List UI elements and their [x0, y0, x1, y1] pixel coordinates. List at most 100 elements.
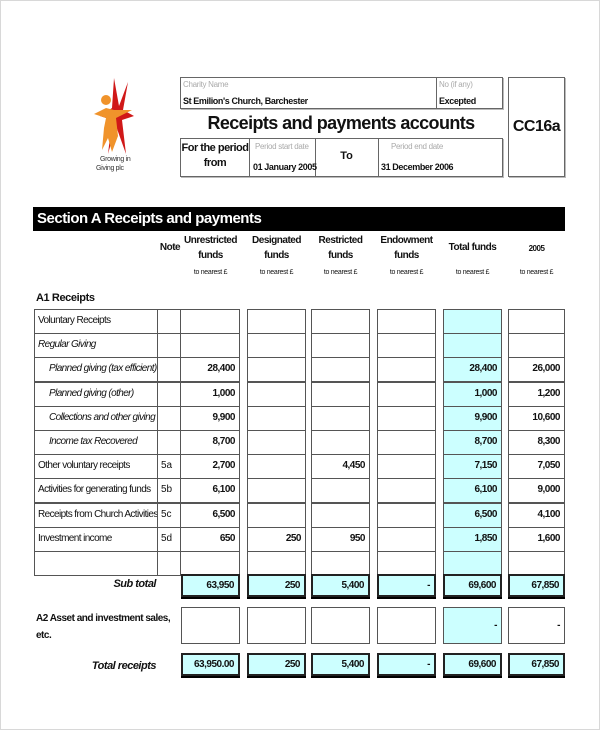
cell-unrestricted[interactable]: 9,900: [180, 406, 240, 431]
cell-prior-year[interactable]: 1,200: [508, 382, 565, 407]
a2-designated[interactable]: [247, 607, 306, 644]
column-header-subtitle: funds: [198, 250, 223, 261]
cell-unrestricted[interactable]: [180, 309, 240, 334]
cell-endowment[interactable]: [377, 454, 436, 479]
column-unit-label: to nearest £: [455, 269, 490, 276]
row-note: [157, 382, 181, 407]
cell-prior-year[interactable]: 4,100: [508, 503, 565, 528]
cell-total[interactable]: [443, 333, 502, 358]
subtotal-unrestricted[interactable]: 63,950: [181, 574, 240, 597]
cell-unrestricted[interactable]: 650: [180, 527, 240, 552]
cell-endowment[interactable]: [377, 551, 436, 576]
cell-unrestricted[interactable]: 6,500: [180, 503, 240, 528]
cell-total[interactable]: 6,100: [443, 478, 502, 503]
a2-total[interactable]: -: [443, 607, 502, 644]
column-header-title: Designated: [252, 235, 301, 246]
cell-total[interactable]: 6,500: [443, 503, 502, 528]
cell-restricted[interactable]: [311, 478, 370, 503]
subtotal-restricted[interactable]: 5,400: [311, 574, 370, 597]
cell-designated[interactable]: [247, 382, 306, 407]
cell-prior-year[interactable]: [508, 309, 565, 334]
total-endowment[interactable]: -: [377, 653, 436, 676]
cell-designated[interactable]: [247, 333, 306, 358]
cell-designated[interactable]: [247, 309, 306, 334]
cell-total[interactable]: 8,700: [443, 430, 502, 455]
a2-unrestricted[interactable]: [181, 607, 240, 644]
cell-endowment[interactable]: [377, 382, 436, 407]
cell-designated[interactable]: [247, 454, 306, 479]
a2-prior-year[interactable]: -: [508, 607, 565, 644]
row-note: 5d: [157, 527, 181, 552]
cell-designated[interactable]: [247, 430, 306, 455]
a2-restricted[interactable]: [311, 607, 370, 644]
cell-restricted[interactable]: [311, 309, 370, 334]
cell-total[interactable]: 9,900: [443, 406, 502, 431]
cell-endowment[interactable]: [377, 357, 436, 382]
row-note: 5b: [157, 478, 181, 503]
total-prior-year[interactable]: 67,850: [508, 653, 565, 676]
cell-unrestricted[interactable]: 6,100: [180, 478, 240, 503]
cell-prior-year[interactable]: 7,050: [508, 454, 565, 479]
cell-endowment[interactable]: [377, 430, 436, 455]
cell-designated[interactable]: [247, 478, 306, 503]
cell-unrestricted[interactable]: [180, 333, 240, 358]
cell-endowment[interactable]: [377, 503, 436, 528]
cell-unrestricted[interactable]: [180, 551, 240, 576]
charity-number-label: No (if any): [439, 80, 473, 89]
cell-restricted[interactable]: [311, 503, 370, 528]
start-date: 01 January 2005: [253, 162, 317, 172]
cell-unrestricted[interactable]: 28,400: [180, 357, 240, 382]
cell-unrestricted[interactable]: 8,700: [180, 430, 240, 455]
cell-total[interactable]: [443, 309, 502, 334]
cell-restricted[interactable]: [311, 551, 370, 576]
cell-total[interactable]: 28,400: [443, 357, 502, 382]
cell-prior-year[interactable]: 10,600: [508, 406, 565, 431]
cell-restricted[interactable]: [311, 382, 370, 407]
column-header-restricted: Restricted funds: [305, 233, 376, 263]
subtotal-designated[interactable]: 250: [247, 574, 306, 597]
logo-caption-line1: Growing in: [100, 156, 131, 163]
cell-total[interactable]: 1,000: [443, 382, 502, 407]
cell-total[interactable]: 7,150: [443, 454, 502, 479]
cell-total[interactable]: 1,850: [443, 527, 502, 552]
cell-endowment[interactable]: [377, 309, 436, 334]
cell-designated[interactable]: [247, 503, 306, 528]
total-restricted[interactable]: 5,400: [311, 653, 370, 676]
cell-endowment[interactable]: [377, 478, 436, 503]
charity-name-box: Charity Name St Emilion's Church, Barche…: [180, 77, 503, 109]
cell-designated[interactable]: 250: [247, 527, 306, 552]
cell-prior-year[interactable]: 1,600: [508, 527, 565, 552]
end-date: 31 December 2006: [381, 162, 454, 172]
cell-restricted[interactable]: [311, 430, 370, 455]
column-header-designated: Designated funds: [241, 233, 312, 263]
row-note: [157, 333, 181, 358]
cell-endowment[interactable]: [377, 333, 436, 358]
cell-prior-year[interactable]: [508, 551, 565, 576]
cell-restricted[interactable]: [311, 333, 370, 358]
cell-unrestricted[interactable]: 1,000: [180, 382, 240, 407]
cell-designated[interactable]: [247, 551, 306, 576]
total-designated[interactable]: 250: [247, 653, 306, 676]
cell-endowment[interactable]: [377, 406, 436, 431]
cell-total[interactable]: [443, 551, 502, 576]
total-total[interactable]: 69,600: [443, 653, 502, 676]
total-unrestricted[interactable]: 63,950.00: [181, 653, 240, 676]
cell-prior-year[interactable]: 9,000: [508, 478, 565, 503]
cell-prior-year[interactable]: [508, 333, 565, 358]
cell-restricted[interactable]: [311, 406, 370, 431]
cell-restricted[interactable]: 4,450: [311, 454, 370, 479]
cell-prior-year[interactable]: 8,300: [508, 430, 565, 455]
subtotal-prior-year[interactable]: 67,850: [508, 574, 565, 597]
cell-unrestricted[interactable]: 2,700: [180, 454, 240, 479]
row-label: Receipts from Church Activities: [34, 503, 158, 528]
subtotal-total[interactable]: 69,600: [443, 574, 502, 597]
a2-endowment[interactable]: [377, 607, 436, 644]
cell-designated[interactable]: [247, 357, 306, 382]
cell-designated[interactable]: [247, 406, 306, 431]
cell-prior-year[interactable]: 26,000: [508, 357, 565, 382]
cell-endowment[interactable]: [377, 527, 436, 552]
total-receipts-label: Total receipts: [91, 660, 157, 672]
cell-restricted[interactable]: [311, 357, 370, 382]
subtotal-endowment[interactable]: -: [377, 574, 436, 597]
cell-restricted[interactable]: 950: [311, 527, 370, 552]
